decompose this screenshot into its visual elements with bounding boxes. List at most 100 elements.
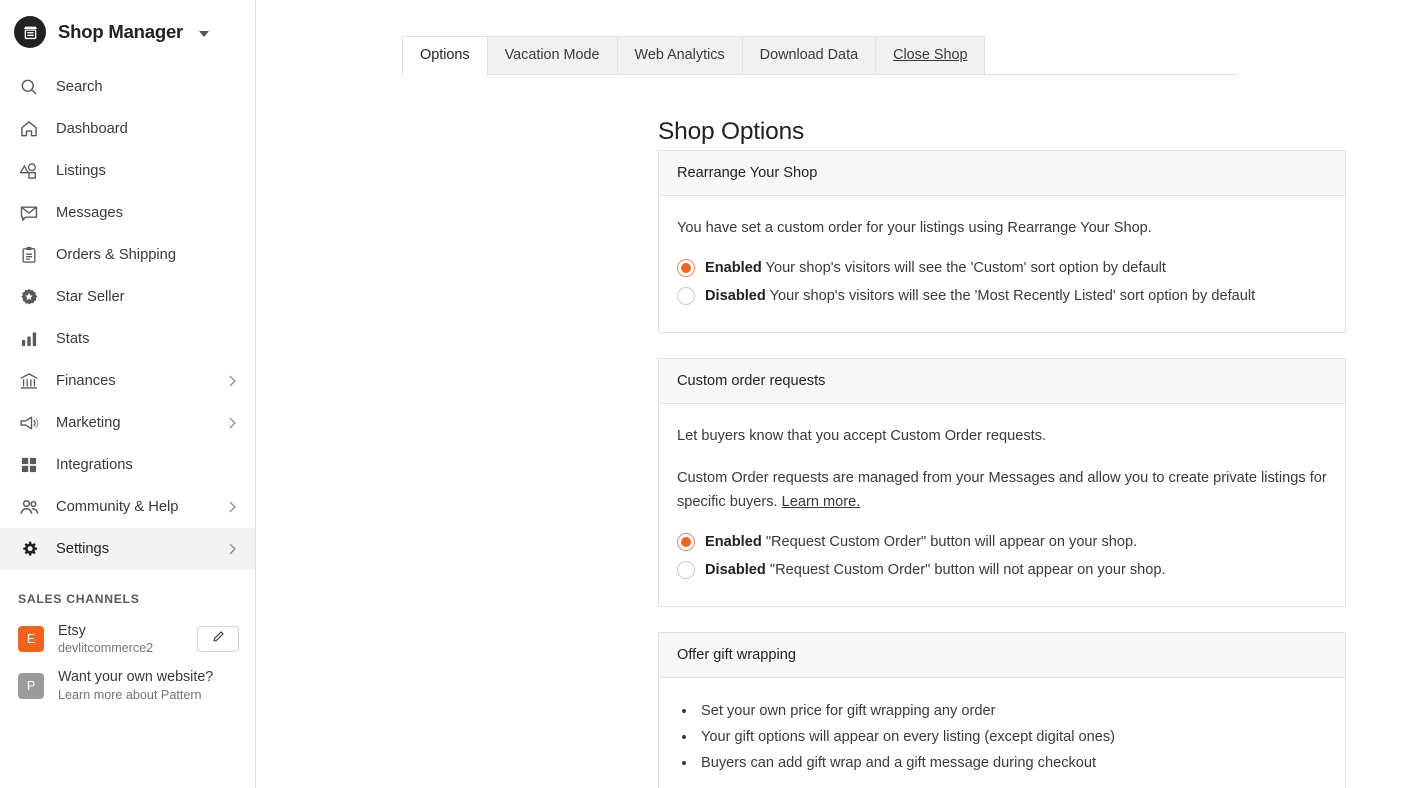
sidebar-item-label: Community & Help xyxy=(56,499,179,515)
radio-indicator[interactable] xyxy=(677,533,695,551)
radio-indicator[interactable] xyxy=(677,561,695,579)
settings-cards: Rearrange Your Shop You have set a custo… xyxy=(658,150,1346,788)
app-root: Shop Manager Search Dashboard Listings M… xyxy=(0,0,1409,788)
etsy-avatar: E xyxy=(18,626,44,653)
page-title: Shop Options xyxy=(658,118,805,146)
pencil-icon xyxy=(211,629,226,649)
sales-channels-heading: SALES CHANNELS xyxy=(18,592,140,606)
rearrange-description: You have set a custom order for your lis… xyxy=(677,220,1152,236)
custom-orders-radio-group: Enabled "Request Custom Order" button wi… xyxy=(677,528,1327,584)
radio-label-bold: Enabled xyxy=(705,534,762,550)
sidebar-item-label: Messages xyxy=(56,205,123,221)
sidebar-nav: Search Dashboard Listings Messages Order… xyxy=(0,66,255,570)
radio-label: Enabled "Request Custom Order" button wi… xyxy=(705,531,1137,553)
list-item: Your gift options will appear on every l… xyxy=(697,724,1327,750)
tab-vacation-mode[interactable]: Vacation Mode xyxy=(486,36,618,74)
sidebar-item-finances[interactable]: Finances xyxy=(0,360,255,402)
sidebar-item-label: Dashboard xyxy=(56,121,128,137)
radio-label-bold: Disabled xyxy=(705,288,766,304)
list-item: Set your own price for gift wrapping any… xyxy=(697,698,1327,724)
sidebar-item-label: Settings xyxy=(56,541,110,557)
custom-orders-option-disabled[interactable]: Disabled "Request Custom Order" button w… xyxy=(677,556,1327,584)
sidebar-item-label: Star Seller xyxy=(56,289,125,305)
shapes-icon xyxy=(18,160,40,182)
sidebar-item-orders-shipping[interactable]: Orders & Shipping xyxy=(0,234,255,276)
channel-etsy[interactable]: E Etsy devlitcommerce2 xyxy=(0,616,255,662)
channel-subtitle: Learn more about Pattern xyxy=(58,687,202,702)
sidebar-item-community-help[interactable]: Community & Help xyxy=(0,486,255,528)
search-icon xyxy=(18,76,40,98)
radio-label-rest: Your shop's visitors will see the 'Most … xyxy=(765,288,1256,304)
card-body: You have set a custom order for your lis… xyxy=(659,196,1345,332)
channel-subtitle: devlitcommerce2 xyxy=(58,641,154,656)
rearrange-option-enabled[interactable]: Enabled Your shop's visitors will see th… xyxy=(677,254,1327,282)
card-heading: Custom order requests xyxy=(659,359,1345,404)
bar-chart-icon xyxy=(18,328,40,350)
radio-label-rest: "Request Custom Order" button will not a… xyxy=(765,562,1166,578)
card-rearrange-your-shop: Rearrange Your Shop You have set a custo… xyxy=(658,150,1346,333)
tab-bar: Options Vacation Mode Web Analytics Down… xyxy=(402,36,1238,75)
avatar-letter: E xyxy=(26,632,36,647)
rearrange-radio-group: Enabled Your shop's visitors will see th… xyxy=(677,254,1327,310)
custom-orders-option-enabled[interactable]: Enabled "Request Custom Order" button wi… xyxy=(677,528,1327,556)
radio-label: Enabled Your shop's visitors will see th… xyxy=(705,257,1166,279)
pattern-avatar: P xyxy=(18,672,44,699)
people-icon xyxy=(18,496,40,518)
sidebar-item-label: Finances xyxy=(56,373,116,389)
radio-label: Disabled Your shop's visitors will see t… xyxy=(705,285,1255,307)
channel-pattern[interactable]: P Want your own website? Learn more abou… xyxy=(0,662,255,708)
tab-close-shop[interactable]: Close Shop xyxy=(875,36,986,74)
card-body: Set your own price for gift wrapping any… xyxy=(659,678,1345,788)
sidebar-item-label: Orders & Shipping xyxy=(56,247,177,263)
card-offer-gift-wrapping: Offer gift wrapping Set your own price f… xyxy=(658,632,1346,788)
sidebar-item-star-seller[interactable]: Star Seller xyxy=(0,276,255,318)
gift-wrapping-bullets: Set your own price for gift wrapping any… xyxy=(677,698,1327,776)
sidebar-item-dashboard[interactable]: Dashboard xyxy=(0,108,255,150)
edit-shop-button[interactable] xyxy=(197,626,239,653)
sidebar: Shop Manager Search Dashboard Listings M… xyxy=(0,0,256,788)
list-item: Buyers can add gift wrap and a gift mess… xyxy=(697,750,1327,776)
channel-name: Want your own website? xyxy=(58,669,214,686)
tab-download-data[interactable]: Download Data xyxy=(741,36,877,74)
clipboard-icon xyxy=(18,244,40,266)
radio-label-bold: Enabled xyxy=(705,260,762,276)
chevron-right-icon xyxy=(225,374,239,388)
sidebar-item-settings[interactable]: Settings xyxy=(0,528,255,570)
custom-orders-paragraph-1: Let buyers know that you accept Custom O… xyxy=(677,428,1047,444)
sidebar-item-stats[interactable]: Stats xyxy=(0,318,255,360)
sidebar-item-label: Marketing xyxy=(56,415,121,431)
chevron-down-icon[interactable] xyxy=(199,30,210,37)
sidebar-item-integrations[interactable]: Integrations xyxy=(0,444,255,486)
radio-indicator[interactable] xyxy=(677,259,695,277)
storefront-icon xyxy=(14,16,46,48)
shop-manager-brand[interactable]: Shop Manager xyxy=(0,0,255,64)
custom-orders-paragraph-2-text: Custom Order requests are managed from y… xyxy=(677,470,1327,510)
sidebar-item-marketing[interactable]: Marketing xyxy=(0,402,255,444)
tabs-container: Options Vacation Mode Web Analytics Down… xyxy=(402,36,1238,75)
custom-orders-paragraph-2: Custom Order requests are managed from y… xyxy=(677,466,1327,514)
radio-label-bold: Disabled xyxy=(705,562,766,578)
tab-options[interactable]: Options xyxy=(402,36,488,75)
radio-label-rest: "Request Custom Order" button will appea… xyxy=(761,534,1138,550)
card-body: Let buyers know that you accept Custom O… xyxy=(659,404,1345,606)
home-icon xyxy=(18,118,40,140)
radio-indicator[interactable] xyxy=(677,287,695,305)
tab-web-analytics[interactable]: Web Analytics xyxy=(616,36,743,74)
sidebar-item-messages[interactable]: Messages xyxy=(0,192,255,234)
card-heading: Offer gift wrapping xyxy=(659,633,1345,678)
learn-more-link[interactable]: Learn more. xyxy=(782,494,861,510)
gear-icon xyxy=(18,538,40,560)
chevron-right-icon xyxy=(225,416,239,430)
sidebar-item-label: Stats xyxy=(56,331,90,347)
sidebar-item-search[interactable]: Search xyxy=(0,66,255,108)
grid-squares-icon xyxy=(18,454,40,476)
star-badge-icon xyxy=(18,286,40,308)
bank-icon xyxy=(18,370,40,392)
card-heading: Rearrange Your Shop xyxy=(659,151,1345,196)
radio-label-rest: Your shop's visitors will see the 'Custo… xyxy=(761,260,1166,276)
sidebar-item-listings[interactable]: Listings xyxy=(0,150,255,192)
sidebar-item-label: Integrations xyxy=(56,457,133,473)
radio-label: Disabled "Request Custom Order" button w… xyxy=(705,559,1166,581)
card-custom-order-requests: Custom order requests Let buyers know th… xyxy=(658,358,1346,607)
rearrange-option-disabled[interactable]: Disabled Your shop's visitors will see t… xyxy=(677,282,1327,310)
